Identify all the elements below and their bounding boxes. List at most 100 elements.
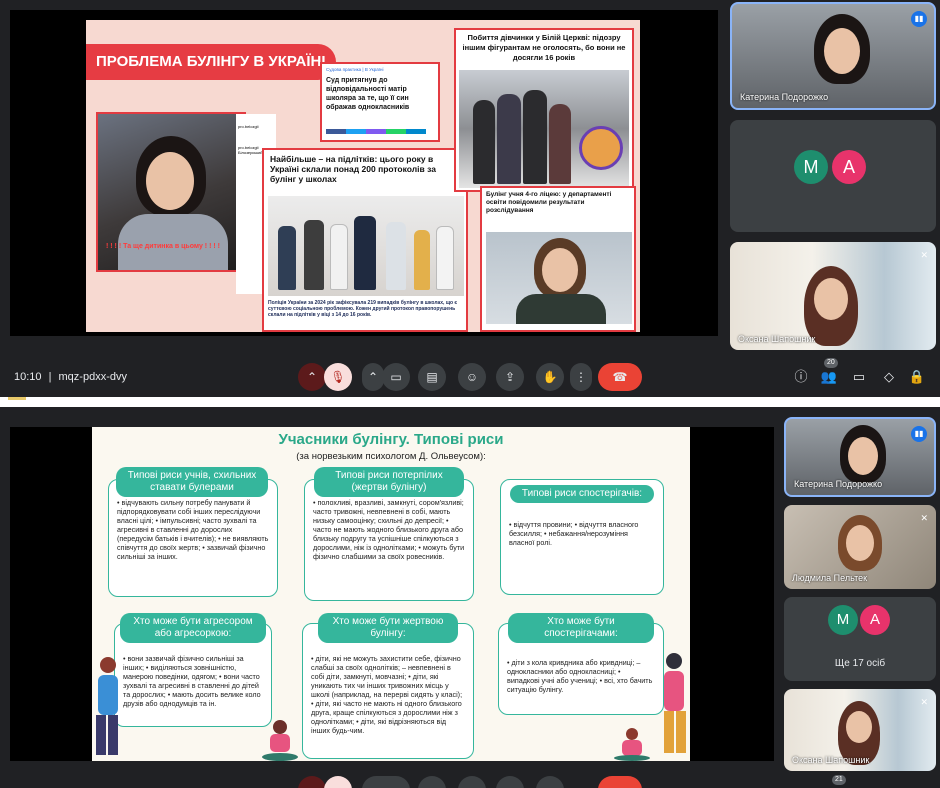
meeting-info: 10:10 | mqz-pdxx-dvy [14,371,127,383]
captions-icon: ▤ [426,370,438,384]
article-lyceum-photo [486,232,632,324]
video-subtitle: ! ! ! ! Та ще дитинка в цьому ! ! ! ! [106,243,220,250]
meeting-time: 10:10 [14,371,42,383]
presentation-stage: Учасники булінгу. Типові риси (за норвез… [10,427,774,761]
people-count-badge: 21 [832,775,846,785]
slide-bullying-participants: Учасники булінгу. Типові риси (за норвез… [92,427,690,761]
article-teens-headline: Найбільше – на підлітків: цього року в У… [270,154,436,184]
mic-off-icon: ✕ [920,250,928,260]
participant-tile-more[interactable]: М А Ще 17 осіб [784,597,936,681]
present-button[interactable] [496,776,524,788]
figure-right-illustration [664,653,686,753]
raise-hand-button[interactable] [536,776,564,788]
article-bila-card: Побиття дівчинки у Білій Церкві: підозру… [454,28,634,192]
activities-button[interactable]: ◇ [878,366,900,388]
mic-off-icon: ✕ [920,697,928,707]
captions-button[interactable] [418,776,446,788]
article-bila-photo [459,70,629,188]
participant-tile-kateryna[interactable]: ▮▮ Катерина Подорожко [730,2,936,110]
info-icon: ⓘ [794,369,808,384]
people-button[interactable]: 20 👥 [818,358,840,388]
people-count-badge: 20 [824,358,838,368]
aggressor-title: Хто може бути агресором або агресоркою: [120,613,266,643]
bullies-traits-text: • відчувають сильну потребу панувати й п… [117,498,269,561]
meet-toolbar: 10:10 | mqz-pdxx-dvy ⌃ 🎙 ⌃ ▭ ▤ ☺ ⇪ ✋ ⋮ ☎… [0,358,940,397]
host-controls-icon: 🔒 [908,369,926,384]
article-teens-photo [268,196,464,296]
captions-button[interactable]: ▤ [418,363,446,391]
victims-traits-title: Типові риси потерпілих (жертви булінгу) [314,467,464,497]
more-options-button[interactable]: ⋮ [570,363,592,391]
camera-toggle-button[interactable] [362,776,410,788]
meet-window-1: ПРОБЛЕМА БУЛІНГУ В УКРАЇНІ ! ! ! ! Та ще… [0,0,940,397]
hand-icon: ✋ [542,370,558,384]
speaking-indicator-icon: ▮▮ [911,11,927,27]
camera-icon: ▭ [390,370,402,384]
avatar-m: М [794,150,828,184]
slide-title: ПРОБЛЕМА БУЛІНГУ В УКРАЇНІ [86,44,336,80]
participant-tile-oksana[interactable]: ✕ Оксана Шапошник [730,242,936,350]
mic-off-icon: ✕ [920,513,928,523]
camera-options-button[interactable]: ⌃ [362,363,384,391]
slide-bullying-problem: ПРОБЛЕМА БУЛІНГУ В УКРАЇНІ ! ! ! ! Та ще… [86,20,640,332]
meeting-code: mqz-pdxx-dvy [58,371,127,383]
presentation-stage: ПРОБЛЕМА БУЛІНГУ В УКРАЇНІ ! ! ! ! Та ще… [10,10,718,336]
participant-name: Катерина Подорожко [740,92,829,102]
present-icon: ⇪ [504,370,516,384]
leave-call-button[interactable]: ☎ [598,363,642,391]
emoji-button[interactable] [458,776,486,788]
article-bila-headline: Побиття дівчинки у Білій Церкві: підозру… [462,33,626,62]
divider-mark [8,397,26,400]
article-mother-card: Судова практика | В Україні Суд притягну… [320,62,440,142]
victim-who-title: Хто може бути жертвою булінгу: [318,613,458,643]
participant-tile-liudmyla[interactable]: ✕ Людмила Пельтек [784,505,936,589]
info-button[interactable]: ⓘ [790,366,812,388]
figure-seated-illustration [262,720,298,761]
meeting-separator: | [48,371,52,383]
people-icon: 👥 [820,369,838,384]
participant-name: Оксана Шапошник [738,334,816,344]
mic-options-button[interactable] [298,776,326,788]
article-teens-caption: Поліція України за 2024 рік зафіксувала … [268,300,458,318]
figure-seated-right-illustration [614,728,650,761]
participant-name: Оксана Шапошник [792,755,870,765]
end-call-icon: ☎ [612,370,628,384]
speaking-indicator-icon: ▮▮ [911,426,927,442]
meet-window-2: Учасники булінгу. Типові риси (за норвез… [0,407,940,788]
avatar-a: А [832,150,866,184]
camera-toggle-button[interactable]: ▭ [382,363,410,391]
video-woman-card: ! ! ! ! Та ще дитинка в цьому ! ! ! ! [96,112,246,272]
mic-toggle-button[interactable]: 🎙 [324,363,352,391]
victim-who-text: • діти, які не можуть захистити себе, фі… [311,654,463,735]
victims-traits-box: • полохливі, вразливі, замкнуті, сором'я… [304,479,474,601]
avatar-a: А [860,605,890,635]
observer-who-title: Хто може бути спостерігачами: [508,613,654,643]
chat-icon: ▭ [852,369,866,384]
slide-subtitle: (за норвезьким психологом Д. Ольвеусом): [296,451,486,462]
figure-left-illustration [96,657,118,755]
raise-hand-button[interactable]: ✋ [536,363,564,391]
mic-toggle-button[interactable] [324,776,352,788]
host-controls-button[interactable]: 🔒 [906,366,928,388]
victims-traits-text: • полохливі, вразливі, замкнуті, сором'я… [313,498,465,561]
article-mother-headline: Суд притягнув до відповідальності матір … [326,77,410,111]
present-button[interactable]: ⇪ [496,363,524,391]
participant-tile-kateryna[interactable]: ▮▮ Катерина Подорожко [784,417,936,497]
leave-call-button[interactable] [598,776,642,788]
bullies-traits-title: Типові риси учнів, схильних ставати буле… [116,467,268,497]
more-icon: ⋮ [575,370,587,384]
emoji-icon: ☺ [465,370,479,384]
activities-icon: ◇ [884,369,894,384]
slide-title: Учасники булінгу. Типові риси [278,431,504,448]
meet-toolbar: 21 [0,771,940,788]
article-lyceum-card: Булінг учня 4-го ліцею: у департаменті о… [480,186,636,332]
victim-who-box: • діти, які не можуть захистити себе, фі… [302,623,474,759]
chat-button[interactable]: ▭ [848,366,870,388]
observers-traits-text: • відчуття провини; • відчуття власного … [509,520,639,547]
participant-tile-avatars[interactable]: М А [730,120,936,232]
emoji-button[interactable]: ☺ [458,363,486,391]
screenshot-divider [0,397,940,407]
mic-options-button[interactable]: ⌃ [298,363,326,391]
article-mother-meta: Судова практика | В Україні [326,67,384,72]
participant-tile-oksana[interactable]: ✕ Оксана Шапошник [784,689,936,771]
